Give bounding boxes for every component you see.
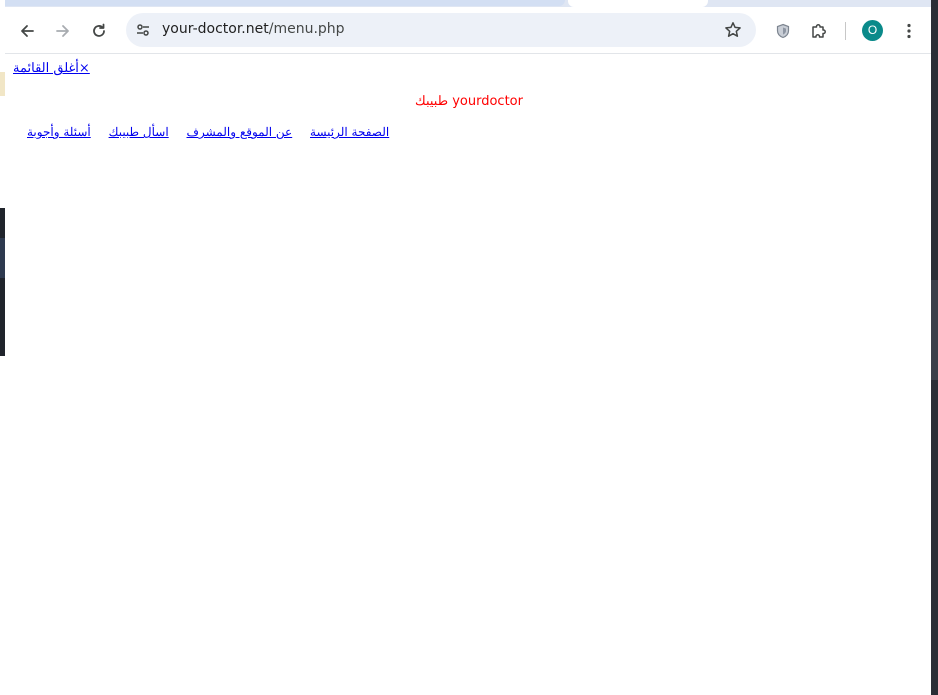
nav-link-faq[interactable]: أسئلة وأجوبة: [13, 125, 91, 139]
address-bar[interactable]: your-doctor.net/menu.php: [126, 13, 756, 47]
shield-icon: [775, 23, 791, 39]
forward-arrow-icon: [55, 23, 71, 39]
nav-link-home[interactable]: الصفحة الرئيسة: [296, 125, 389, 139]
screen: your-doctor.net/menu.php O أغلق القائمة×…: [0, 0, 938, 695]
kebab-menu-icon: [906, 23, 912, 39]
forward-button[interactable]: [50, 18, 76, 44]
browser-window: your-doctor.net/menu.php O أغلق القائمة×…: [5, 0, 931, 695]
page-content: أغلق القائمة× طبيبك yourdoctor الصفحة ال…: [5, 54, 931, 695]
url-path: /menu.php: [268, 21, 345, 37]
tab-strip: [5, 0, 931, 7]
back-arrow-icon: [19, 23, 35, 39]
site-brand: طبيبك yourdoctor: [415, 94, 523, 109]
tab-inactive[interactable]: [5, 0, 565, 6]
star-icon[interactable]: [724, 21, 742, 43]
puzzle-icon: [810, 22, 828, 40]
tune-icon[interactable]: [135, 22, 151, 42]
back-button[interactable]: [14, 18, 40, 44]
nav-link-about[interactable]: عن الموقع والمشرف: [173, 125, 293, 139]
toolbar-separator: [845, 22, 846, 40]
close-menu-link[interactable]: أغلق القائمة×: [13, 61, 90, 76]
profile-avatar[interactable]: O: [862, 20, 883, 41]
brand-arabic: طبيبك: [415, 94, 449, 109]
extensions-button[interactable]: [806, 18, 832, 44]
nav-link-label: اسأل طبيبك: [108, 125, 169, 139]
browser-toolbar: your-doctor.net/menu.php O: [5, 7, 931, 54]
reload-icon: [91, 23, 107, 39]
shield-extension-button[interactable]: [770, 18, 796, 44]
tab-active[interactable]: [568, 0, 708, 7]
url-host: your-doctor.net: [162, 21, 269, 37]
browser-menu-button[interactable]: [896, 18, 922, 44]
reload-button[interactable]: [86, 18, 112, 44]
desktop-edge-fragment: [931, 280, 938, 380]
nav-link-ask-doctor[interactable]: اسأل طبيبك: [95, 125, 169, 139]
brand-latin: yourdoctor: [452, 94, 523, 109]
nav-link-label: أسئلة وأجوبة: [27, 125, 91, 139]
nav-link-label: عن الموقع والمشرف: [186, 125, 293, 139]
nav-link-label: الصفحة الرئيسة: [310, 125, 390, 139]
main-nav: الصفحة الرئيسة عن الموقع والمشرف اسأل طب…: [13, 125, 389, 139]
url-text: your-doctor.net/menu.php: [162, 21, 345, 37]
